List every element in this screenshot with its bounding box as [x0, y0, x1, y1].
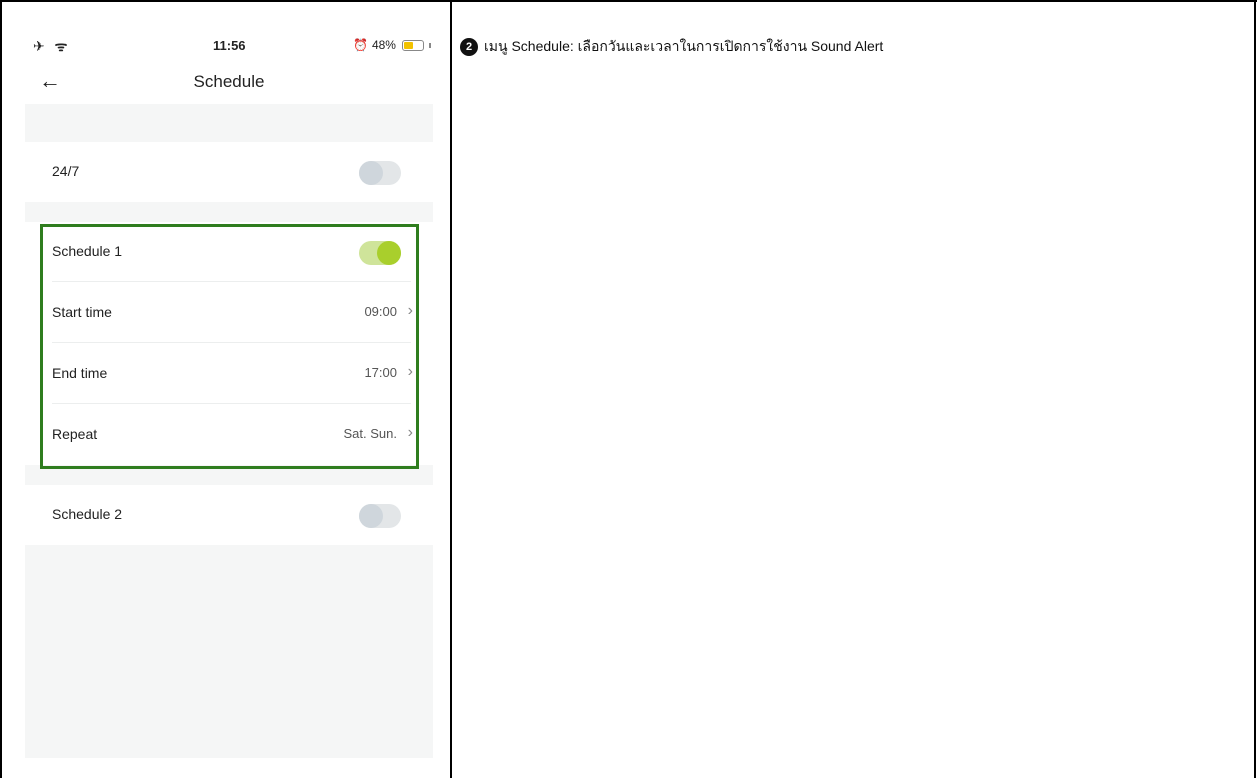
always-on-label: 24/7: [52, 163, 80, 179]
end-time-value: 17:00: [364, 365, 397, 380]
schedule-2-toggle[interactable]: [359, 504, 401, 528]
annotation: 2 เมนู Schedule: เลือกวันและเวลาในการเปิ…: [460, 36, 883, 58]
phone-screen: ✈ ᯤ 11:56 ⏰ 48% ← Schedule 24/7 Schedule…: [25, 28, 433, 758]
battery-icon: [401, 39, 424, 51]
frame-border-right: [1254, 0, 1256, 778]
frame-border-top: [0, 0, 1257, 2]
repeat-label: Repeat: [52, 426, 98, 442]
section-spacer: [25, 104, 433, 142]
start-time-row[interactable]: Start time 09:00 ›: [25, 283, 433, 343]
battery-fill: [403, 41, 413, 49]
page-title: Schedule: [193, 72, 265, 91]
row-separator: [52, 403, 411, 404]
status-time: 11:56: [213, 38, 246, 53]
chevron-right-icon: ›: [407, 363, 413, 380]
section-spacer: [25, 465, 433, 485]
always-on-row: 24/7: [25, 142, 433, 202]
schedule-1-toggle[interactable]: [359, 241, 401, 265]
status-bar: ✈ ᯤ 11:56 ⏰ 48%: [25, 28, 433, 62]
schedule-2-label: Schedule 2: [52, 506, 123, 522]
start-time-value: 09:00: [364, 304, 397, 319]
column-divider: [450, 0, 452, 778]
battery-tip: [428, 42, 431, 48]
battery-status: ⏰ 48%: [353, 38, 431, 52]
repeat-row[interactable]: Repeat Sat. Sun. ›: [25, 405, 433, 465]
step-badge: 2: [460, 38, 478, 56]
chevron-right-icon: ›: [407, 424, 413, 441]
row-separator: [52, 281, 411, 282]
alarm-icon: ⏰: [353, 38, 368, 52]
section-spacer: [25, 202, 433, 222]
nav-bar: ← Schedule: [25, 66, 433, 102]
always-on-toggle[interactable]: [359, 161, 401, 185]
empty-area: [25, 545, 433, 758]
toggle-knob: [359, 504, 383, 528]
toggle-knob: [359, 161, 383, 185]
schedule-2-row: Schedule 2: [25, 485, 433, 545]
toggle-knob: [377, 241, 401, 265]
battery-percent: 48%: [371, 38, 396, 52]
start-time-label: Start time: [52, 304, 112, 320]
frame-border-left: [0, 0, 2, 778]
annotation-text: เมนู Schedule: เลือกวันและเวลาในการเปิดก…: [484, 38, 884, 54]
repeat-value: Sat. Sun.: [343, 426, 397, 441]
row-separator: [52, 342, 411, 343]
schedule-1-row: Schedule 1: [25, 222, 433, 282]
schedule-1-label: Schedule 1: [52, 243, 123, 259]
document-frame: ✈ ᯤ 11:56 ⏰ 48% ← Schedule 24/7 Schedule…: [0, 0, 1257, 778]
airplane-wifi-icon: ✈ ᯤ: [33, 38, 71, 54]
end-time-label: End time: [52, 365, 108, 381]
chevron-right-icon: ›: [407, 302, 413, 319]
end-time-row[interactable]: End time 17:00 ›: [25, 344, 433, 404]
